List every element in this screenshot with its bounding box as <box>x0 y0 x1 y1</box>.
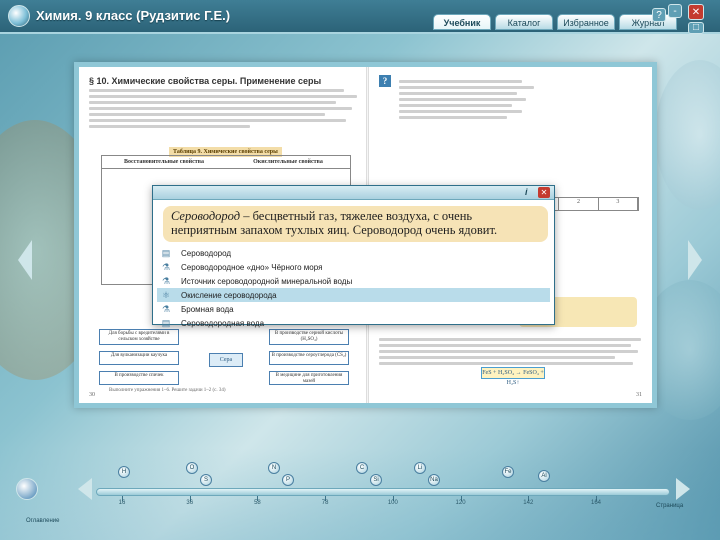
text-line <box>399 86 534 89</box>
text-line <box>89 95 357 98</box>
element-marker-icon[interactable]: Si <box>370 474 382 486</box>
help-button[interactable]: ? <box>652 8 666 22</box>
close-button[interactable]: ✕ <box>688 4 704 20</box>
text-line <box>399 104 512 107</box>
list-item-label: Бромная вода <box>181 304 234 314</box>
list-item-label: Сероводород <box>181 248 232 258</box>
element-marker-icon[interactable]: N <box>268 462 280 474</box>
tab-catalog[interactable]: Каталог <box>495 14 553 30</box>
timeline-label[interactable]: 58 <box>247 500 267 506</box>
text-line <box>399 98 527 101</box>
next-page-arrow-icon[interactable] <box>688 240 702 280</box>
list-item[interactable]: ▤ Сероводородная вода <box>157 316 550 330</box>
minimize-button[interactable]: - <box>668 4 682 18</box>
list-item-label: Источник сероводородной минеральной воды <box>181 276 353 286</box>
sulfur-usage-diagram: Для борьбы с вредителями в сельском хозя… <box>99 329 359 389</box>
text-line <box>399 116 507 119</box>
list-item[interactable]: ⚗ Бромная вода <box>157 302 550 316</box>
diagram-box: В медицине для приготовления мазей <box>269 371 349 385</box>
flask-icon: ⚗ <box>161 304 171 314</box>
list-item-label: Сероводородная вода <box>181 318 265 328</box>
element-marker-icon[interactable]: Fe <box>502 466 514 478</box>
element-marker-icon[interactable]: Al <box>538 470 550 482</box>
page-label: Страница <box>656 503 684 509</box>
page-number: 30 <box>89 392 95 398</box>
element-marker-icon[interactable]: Na <box>428 474 440 486</box>
popup-titlebar: i ✕ <box>153 186 554 200</box>
list-item[interactable]: ⚗ Источник сероводородной минеральной во… <box>157 274 550 288</box>
text-line <box>89 89 344 92</box>
question-icon[interactable]: ? <box>379 75 391 87</box>
document-icon: ▤ <box>161 318 171 328</box>
diagram-box: В производстве серной кислоты (H₂SO₄) <box>269 329 349 345</box>
diagram-box: В производстве сероуглерода (CS₂) <box>269 351 349 365</box>
molecule-icon: ⚛ <box>161 290 171 300</box>
element-marker-icon[interactable]: P <box>282 474 294 486</box>
diagram-box: Для вулканизации каучука <box>99 351 179 365</box>
timeline-label[interactable]: 36 <box>180 500 200 506</box>
info-icon[interactable]: i <box>525 187 528 197</box>
prev-page-arrow-icon[interactable] <box>18 240 32 280</box>
list-item-label: Сероводородное «дно» Чёрного моря <box>181 262 323 272</box>
element-marker-icon[interactable]: O <box>186 462 198 474</box>
diagram-box: Для борьбы с вредителями в сельском хозя… <box>99 329 179 345</box>
contents-label: Оглавление <box>26 518 60 524</box>
text-line <box>379 338 641 341</box>
tab-favorites[interactable]: Избранное <box>557 14 615 30</box>
text-line <box>89 119 347 122</box>
flask-icon: ⚗ <box>161 276 171 286</box>
diagram-box: В производстве спичек <box>99 371 179 385</box>
flask-icon: ⚗ <box>161 262 171 272</box>
timeline-label[interactable]: 16 <box>112 500 132 506</box>
title-bar: Химия. 9 класс (Рудзитис Г.Е.) Учебник К… <box>0 0 720 34</box>
text-line <box>379 356 615 359</box>
table-header: Восстановительные свойства <box>124 159 204 165</box>
timeline-next-arrow-icon[interactable] <box>676 478 690 500</box>
element-marker-icon[interactable]: Li <box>414 462 426 474</box>
background-decoration <box>655 60 720 210</box>
text-line <box>89 125 250 128</box>
text-line <box>379 362 634 365</box>
timeline-label[interactable]: 100 <box>383 500 403 506</box>
document-icon: ▤ <box>161 248 171 258</box>
list-item[interactable]: ⚗ Сероводородное «дно» Чёрного моря <box>157 260 550 274</box>
element-marker-icon[interactable]: C <box>356 462 368 474</box>
timeline-prev-arrow-icon[interactable] <box>78 478 92 500</box>
timeline-label[interactable]: 142 <box>518 500 538 506</box>
app-logo-icon <box>8 5 30 27</box>
main-tabs: Учебник Каталог Избранное Журнал <box>433 14 677 30</box>
list-item[interactable]: ▤ Сероводород <box>157 246 550 260</box>
table-header: Окислительные свойства <box>253 159 323 165</box>
diagram-center: Сера <box>209 353 243 367</box>
contents-icon[interactable] <box>16 478 38 500</box>
equation-box: FeS + H₂SO₄ → FeSO₄ + H₂S↑ <box>481 367 545 386</box>
term-definition: Сероводород – бесцветный газ, тяжелее во… <box>163 206 548 242</box>
text-line <box>89 101 336 104</box>
page-timeline-slider[interactable] <box>96 488 670 496</box>
element-marker-icon[interactable]: S <box>200 474 212 486</box>
exercise-line: Выполните упражнения 1–6. Решите задачи … <box>109 388 226 393</box>
timeline-label[interactable]: 164 <box>586 500 606 506</box>
section-title: § 10. Химические свойства серы. Применен… <box>89 76 322 86</box>
tab-textbook[interactable]: Учебник <box>433 14 491 30</box>
term-popup: i ✕ Сероводород – бесцветный газ, тяжеле… <box>152 185 555 328</box>
list-item-label: Окисление сероводорода <box>181 290 277 300</box>
text-line <box>89 107 352 110</box>
popup-close-button[interactable]: ✕ <box>538 187 550 198</box>
text-line <box>399 110 522 113</box>
text-line <box>399 80 522 83</box>
window-title: Химия. 9 класс (Рудзитис Г.Е.) <box>36 8 231 23</box>
related-items-list: ▤ Сероводород ⚗ Сероводородное «дно» Чёр… <box>157 246 550 330</box>
page-number: 31 <box>636 392 642 398</box>
term-name: Сероводород <box>171 209 241 223</box>
text-line <box>89 113 325 116</box>
text-line <box>399 92 517 95</box>
timeline-label[interactable]: 120 <box>451 500 471 506</box>
text-line <box>379 344 631 347</box>
maximize-button[interactable]: □ <box>688 22 704 34</box>
timeline-label[interactable]: 78 <box>315 500 335 506</box>
list-item-selected[interactable]: ⚛ Окисление сероводорода <box>157 288 550 302</box>
text-line <box>379 350 639 353</box>
element-marker-icon[interactable]: H <box>118 466 130 478</box>
